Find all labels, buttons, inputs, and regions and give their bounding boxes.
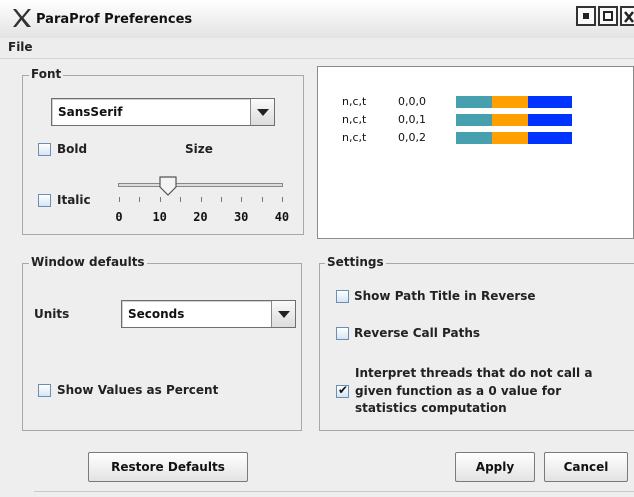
minimize-button[interactable] xyxy=(576,6,596,26)
cancel-button[interactable]: Cancel xyxy=(544,452,628,482)
preview-row-label: n,c,t xyxy=(342,95,367,108)
preview-row: n,c,t 0,0,1 xyxy=(342,113,602,127)
units-select[interactable]: Seconds xyxy=(121,300,296,328)
slider-tick-label: 30 xyxy=(233,210,249,224)
menu-file[interactable]: File xyxy=(8,40,33,54)
maximize-icon xyxy=(603,11,613,21)
preview-row-value: 0,0,0 xyxy=(398,95,426,108)
units-select-value: Seconds xyxy=(128,307,185,321)
size-label: Size xyxy=(185,142,213,156)
slider-tick xyxy=(139,197,141,202)
preview-bar-segment xyxy=(528,132,572,144)
minimize-icon xyxy=(583,13,589,19)
preview-bar-segment xyxy=(456,96,492,108)
apply-button[interactable]: Apply xyxy=(455,452,535,482)
slider-tick-label: 40 xyxy=(274,210,290,224)
interpret-label-line2: given function as a 0 value for xyxy=(355,384,562,398)
slider-tick xyxy=(261,197,263,202)
path-reverse-label: Show Path Title in Reverse xyxy=(354,289,536,303)
interpret-label-line1: Interpret threads that do not call a xyxy=(355,366,593,380)
slider-tick xyxy=(282,197,283,202)
preview-row-label: n,c,t xyxy=(342,113,367,126)
x-logo-icon xyxy=(13,9,31,27)
maximize-button[interactable] xyxy=(598,6,618,26)
italic-checkbox[interactable] xyxy=(38,194,51,207)
size-slider-thumb[interactable] xyxy=(159,176,177,196)
preview-bar-segment xyxy=(492,114,528,126)
window-defaults-legend: Window defaults xyxy=(29,255,147,269)
preview-row-label: n,c,t xyxy=(342,131,367,144)
size-slider-track[interactable] xyxy=(118,183,283,187)
slider-tick xyxy=(159,197,161,202)
preview-bar-segment xyxy=(456,132,492,144)
units-label: Units xyxy=(34,307,70,321)
preview-row: n,c,t 0,0,0 xyxy=(342,95,602,109)
checkmark-icon: ✔ xyxy=(338,383,349,397)
preview-row-value: 0,0,1 xyxy=(398,113,426,126)
interpret-label-line3: statistics computation xyxy=(355,401,507,415)
preview-bar-segment xyxy=(456,114,492,126)
preview-bar-segment xyxy=(528,96,572,108)
show-percent-label: Show Values as Percent xyxy=(57,383,219,397)
font-select-value: SansSerif xyxy=(58,105,123,119)
chevron-down-icon xyxy=(278,311,290,318)
bold-label: Bold xyxy=(57,142,88,156)
font-preview-panel: n,c,t 0,0,0 n,c,t 0,0,1 n,c,t 0,0,2 xyxy=(317,66,634,239)
slider-tick xyxy=(200,197,202,202)
slider-tick-label: 20 xyxy=(193,210,208,224)
path-reverse-checkbox[interactable] xyxy=(336,290,349,303)
close-button[interactable] xyxy=(620,6,634,26)
preview-bar-segment xyxy=(492,96,528,108)
chevron-down-icon xyxy=(257,109,269,116)
menu-bar xyxy=(0,38,634,59)
preview-row-value: 0,0,2 xyxy=(398,131,426,144)
font-select[interactable]: SansSerif xyxy=(51,98,275,126)
font-group-legend: Font xyxy=(29,67,64,81)
units-select-arrow[interactable] xyxy=(271,301,295,327)
slider-tick-label: 0 xyxy=(115,210,123,224)
bold-checkbox[interactable] xyxy=(38,143,51,156)
bottom-divider xyxy=(34,491,634,492)
italic-label: Italic xyxy=(57,193,91,207)
slider-tick xyxy=(119,197,120,202)
preview-row: n,c,t 0,0,2 xyxy=(342,131,602,145)
close-icon xyxy=(624,11,634,23)
reverse-call-label: Reverse Call Paths xyxy=(354,326,481,340)
interpret-checkbox[interactable]: ✔ xyxy=(336,383,349,398)
show-percent-checkbox[interactable] xyxy=(38,384,51,397)
slider-tick xyxy=(180,197,182,202)
slider-tick xyxy=(220,197,222,202)
preview-bar-segment xyxy=(528,114,572,126)
reverse-call-checkbox[interactable] xyxy=(336,327,349,340)
settings-legend: Settings xyxy=(325,255,386,269)
restore-defaults-button[interactable]: Restore Defaults xyxy=(88,452,248,482)
slider-tick-label: 10 xyxy=(152,210,167,224)
window-title: ParaProf Preferences xyxy=(36,12,193,27)
window-defaults-group xyxy=(22,263,302,431)
preview-bar-segment xyxy=(492,132,528,144)
font-select-arrow[interactable] xyxy=(250,99,274,125)
slider-tick xyxy=(241,197,243,202)
